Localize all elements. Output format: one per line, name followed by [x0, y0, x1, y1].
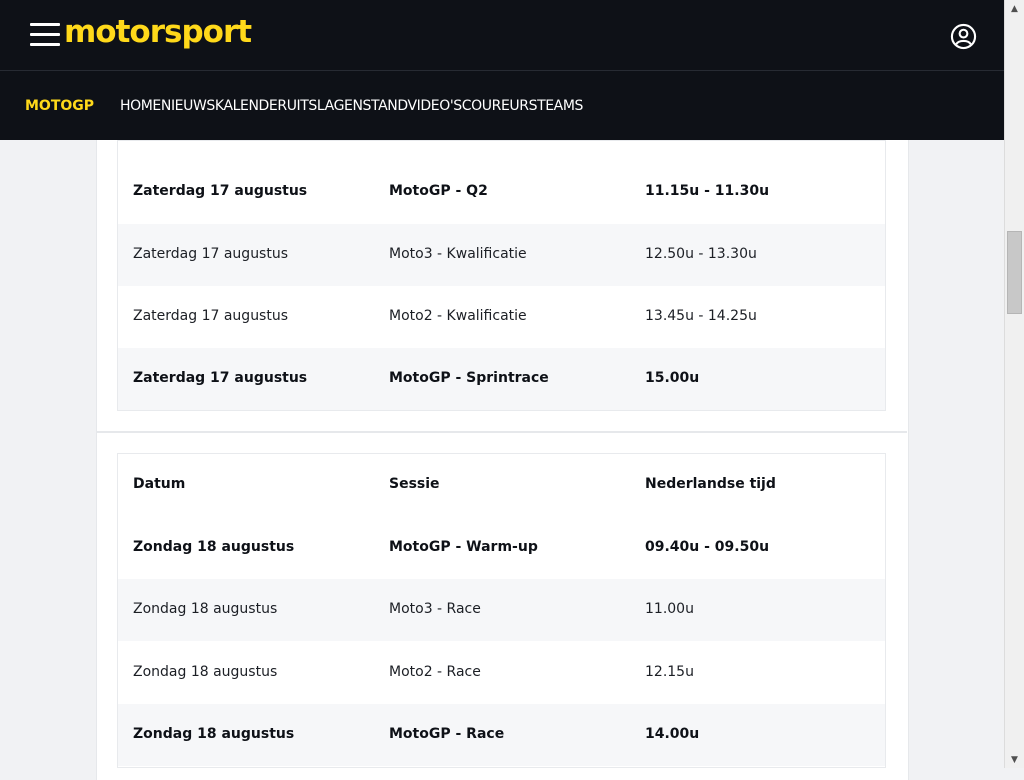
user-account-icon[interactable]: [950, 23, 977, 50]
column-header-time: Nederlandse tijd: [645, 476, 776, 492]
column-header-date: Datum: [133, 476, 186, 492]
row-time: 12.50u - 13.30u: [645, 246, 757, 262]
row-date: Zaterdag 17 augustus: [133, 246, 289, 262]
scrollbar-thumb[interactable]: [1007, 231, 1022, 314]
table-header-row: Datum Sessie Nederlandse tijd: [118, 454, 885, 516]
nav-item-coureurs[interactable]: COUREURS: [462, 98, 538, 114]
row-time: 12.15u: [645, 664, 694, 680]
row-session: MotoGP - Sprintrace: [389, 370, 549, 386]
scroll-up-arrow-icon[interactable]: ▲: [1005, 0, 1024, 17]
row-time: 14.00u: [645, 726, 700, 742]
row-session: MotoGP - Q2: [389, 183, 488, 199]
nav-brand-motogp[interactable]: MOTOGP: [25, 98, 94, 114]
nav-item-stand[interactable]: STAND: [363, 98, 408, 114]
row-session: Moto2 - Race: [389, 664, 481, 680]
table-row: Zaterdag 17 augustus MotoGP - Q2 11.15u …: [118, 161, 885, 223]
nav-items: HOMENIEUWSKALENDERUITSLAGENSTANDVIDEO'SC…: [120, 98, 640, 114]
row-session: Moto3 - Kwalificatie: [389, 246, 527, 262]
nav-item-nieuws[interactable]: NIEUWS: [161, 98, 215, 114]
row-date: Zaterdag 17 augustus: [133, 308, 289, 324]
row-time: 11.15u - 11.30u: [645, 183, 770, 199]
row-date: Zondag 18 augustus: [133, 726, 295, 742]
hamburger-menu-icon[interactable]: [30, 23, 60, 47]
sunday-schedule-table: Datum Sessie Nederlandse tijd Zondag 18 …: [117, 453, 886, 768]
column-header-session: Sessie: [389, 476, 440, 492]
row-date: Zondag 18 augustus: [133, 601, 278, 617]
table-row: Zondag 18 augustus MotoGP - Race 14.00u: [118, 704, 885, 766]
table-row: Zondag 18 augustus Moto3 - Race 11.00u: [118, 579, 885, 641]
nav-item-teams[interactable]: TEAMS: [537, 98, 583, 114]
table-row: Zaterdag 17 augustus MotoGP - Sprintrace…: [118, 348, 885, 410]
page-scrollbar[interactable]: ▲ ▼: [1004, 0, 1024, 768]
section-nav: MOTOGP HOMENIEUWSKALENDERUITSLAGENSTANDV…: [0, 71, 1004, 140]
row-date: Zondag 18 augustus: [133, 664, 278, 680]
row-session: Moto3 - Race: [389, 601, 481, 617]
row-date: Zaterdag 17 augustus: [133, 183, 308, 199]
nav-item-home[interactable]: HOME: [120, 98, 161, 114]
table-row: Zondag 18 augustus MotoGP - Warm-up 09.4…: [118, 517, 885, 579]
row-session: Moto2 - Kwalificatie: [389, 308, 527, 324]
row-date: Zaterdag 17 augustus: [133, 370, 308, 386]
nav-item-videos[interactable]: VIDEO'S: [407, 98, 462, 114]
scroll-down-arrow-icon[interactable]: ▼: [1005, 751, 1024, 768]
row-session: MotoGP - Race: [389, 726, 505, 742]
row-time: 15.00u: [645, 370, 700, 386]
table-row: Zaterdag 17 augustus Moto3 - Kwalificati…: [118, 224, 885, 286]
table-row: Zondag 18 augustus Moto2 - Race 12.15u: [118, 642, 885, 704]
table-row: Zaterdag 17 augustus Moto2 - Kwalificati…: [118, 286, 885, 348]
row-time: 13.45u - 14.25u: [645, 308, 757, 324]
site-logo[interactable]: motorsport: [64, 14, 252, 50]
row-date: Zondag 18 augustus: [133, 539, 295, 555]
nav-item-uitslagen[interactable]: UITSLAGEN: [287, 98, 363, 114]
row-time: 09.40u - 09.50u: [645, 539, 770, 555]
section-divider: [96, 431, 907, 433]
saturday-schedule-table: Zaterdag 17 augustus MotoGP - Q2 11.15u …: [117, 140, 886, 411]
row-session: MotoGP - Warm-up: [389, 539, 538, 555]
site-header: motorsport: [0, 0, 1004, 71]
nav-item-kalender[interactable]: KALENDER: [215, 98, 287, 114]
row-time: 11.00u: [645, 601, 694, 617]
